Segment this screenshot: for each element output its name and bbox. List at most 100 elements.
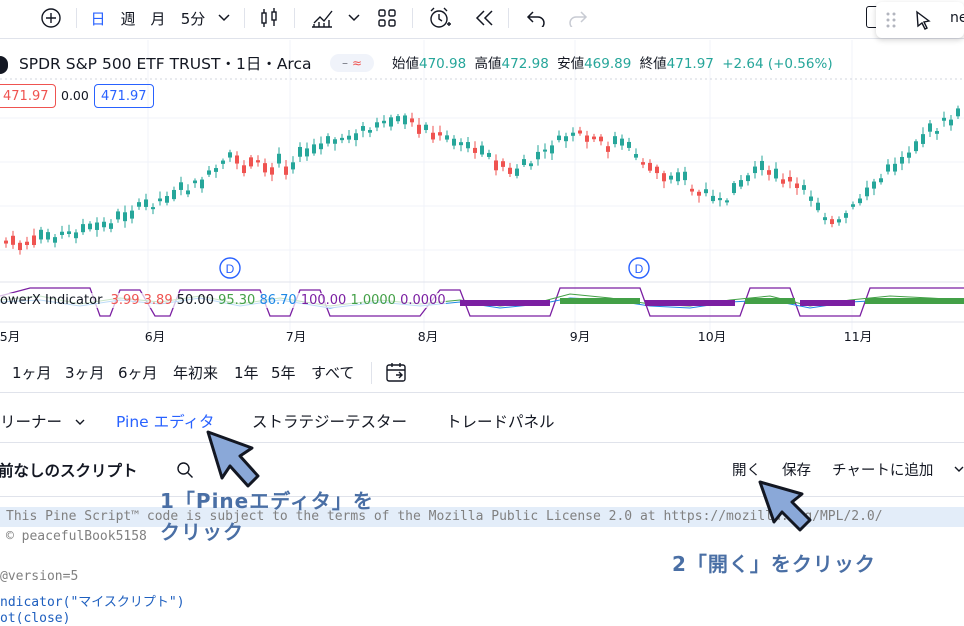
- buy-price-box[interactable]: 471.97: [94, 84, 154, 108]
- candle-body: [865, 187, 869, 197]
- candle-body: [900, 156, 904, 164]
- candle-body: [410, 118, 414, 123]
- candle-body: [333, 139, 337, 144]
- candle-body: [907, 152, 911, 158]
- code-line: © peacefulBook5158: [6, 529, 147, 544]
- tab-strategy-tester[interactable]: ストラテジーテスター: [252, 410, 407, 432]
- candle-body: [767, 170, 771, 175]
- candle-body: [221, 160, 225, 164]
- candle-body: [116, 211, 120, 220]
- plus-circle-icon: [41, 8, 61, 28]
- candle-body: [368, 130, 372, 133]
- interval-day-button[interactable]: 日: [88, 4, 108, 32]
- tab-screener[interactable]: リーナー: [0, 410, 85, 432]
- candle-body: [25, 241, 29, 245]
- candle-body: [802, 185, 806, 190]
- range-ytd-button[interactable]: 年初来: [173, 362, 218, 383]
- candle-body: [564, 136, 568, 142]
- candle-body: [536, 151, 540, 160]
- interval-week-button[interactable]: 週: [118, 4, 138, 32]
- candle-body: [809, 196, 813, 201]
- candle-body: [18, 242, 22, 251]
- candle-body: [214, 168, 218, 172]
- candles-icon[interactable]: [256, 4, 282, 32]
- candle-body: [816, 202, 820, 211]
- cursor-icon[interactable]: [914, 10, 932, 30]
- candle-body: [704, 189, 708, 194]
- chevron-down-icon[interactable]: [954, 466, 964, 473]
- candle-body: [844, 213, 848, 218]
- candle-body: [389, 117, 393, 127]
- script-title[interactable]: 前なしのスクリプト: [0, 459, 138, 481]
- indicator-name[interactable]: owerX Indicator: [0, 293, 102, 308]
- undo-icon[interactable]: [522, 4, 550, 32]
- replay-icon[interactable]: [470, 4, 498, 32]
- candle-body: [914, 141, 918, 152]
- candle-body: [557, 135, 561, 141]
- indicators-dropdown-chevron-icon[interactable]: [344, 4, 364, 32]
- alert-clock-icon[interactable]: [426, 4, 454, 32]
- interval-dropdown-chevron-icon[interactable]: [214, 4, 234, 32]
- candle-body: [228, 152, 232, 158]
- symbol-title[interactable]: SPDR S&P 500 ETF TRUST・1日・Arca: [19, 55, 312, 73]
- range-1m-button[interactable]: 1ヶ月: [12, 362, 52, 383]
- interval-5min-button[interactable]: 5分: [178, 4, 208, 32]
- candle-body: [837, 219, 841, 223]
- interval-month-button[interactable]: 月: [148, 4, 168, 32]
- add-to-chart-button[interactable]: チャートに追加: [832, 459, 933, 480]
- callout-arrow-1: [206, 430, 260, 488]
- candle-body: [697, 191, 701, 196]
- range-all-button[interactable]: すべて: [311, 362, 354, 383]
- candle-body: [67, 231, 71, 235]
- candle-body: [508, 167, 512, 174]
- candle-body: [893, 163, 897, 172]
- candle-body: [571, 132, 575, 136]
- candle-body: [613, 136, 617, 145]
- candle-body: [592, 136, 596, 140]
- candle-body: [417, 124, 421, 134]
- candle-body: [291, 162, 295, 170]
- dividend-marker[interactable]: D: [628, 257, 650, 279]
- candle-body: [11, 235, 15, 245]
- range-1y-button[interactable]: 1年: [234, 362, 259, 383]
- range-3m-button[interactable]: 3ヶ月: [65, 362, 105, 383]
- tab-trading-panel[interactable]: トレードパネル: [446, 410, 555, 432]
- sell-price-box[interactable]: 471.97: [0, 84, 56, 108]
- svg-text:D: D: [226, 262, 235, 276]
- range-5y-button[interactable]: 5年: [271, 362, 296, 383]
- candle-body: [823, 217, 827, 221]
- drag-handle-icon[interactable]: [886, 12, 896, 28]
- candle-body: [88, 223, 92, 230]
- redo-icon[interactable]: [564, 4, 592, 32]
- candle-body: [487, 152, 491, 157]
- add-symbol-button[interactable]: [38, 4, 64, 32]
- range-6m-button[interactable]: 6ヶ月: [118, 362, 158, 383]
- candle-body: [788, 176, 792, 182]
- indicators-icon[interactable]: [308, 4, 336, 32]
- candle-body: [641, 162, 645, 165]
- search-icon[interactable]: [176, 461, 194, 479]
- calendar-goto-icon[interactable]: [384, 361, 408, 385]
- candle-body: [200, 179, 204, 189]
- ohlc-values: 始値470.98 高値472.98 安値469.89 終値471.97 +2.6…: [392, 56, 833, 72]
- candle-body: [858, 198, 862, 204]
- layouts-grid-icon[interactable]: [374, 4, 400, 32]
- candle-body: [921, 134, 925, 144]
- candle-body: [312, 144, 316, 154]
- dividend-marker[interactable]: D: [219, 257, 241, 279]
- candle-body: [95, 222, 99, 230]
- candle-body: [354, 133, 358, 141]
- candle-body: [760, 160, 764, 171]
- compare-badge[interactable]: – ≈: [330, 54, 374, 72]
- callout-arrow-2: [758, 480, 812, 532]
- candle-body: [886, 164, 890, 172]
- candle-body: [725, 200, 729, 203]
- candle-body: [459, 142, 463, 146]
- candle-body: [718, 198, 722, 201]
- candle-body: [585, 135, 589, 142]
- pine-editor-toolbar: 前なしのスクリプト 開く 保存 チャートに追加: [0, 444, 964, 497]
- candle-body: [361, 126, 365, 131]
- candle-body: [123, 212, 127, 222]
- candle-body: [235, 155, 239, 164]
- candle-body: [606, 146, 610, 152]
